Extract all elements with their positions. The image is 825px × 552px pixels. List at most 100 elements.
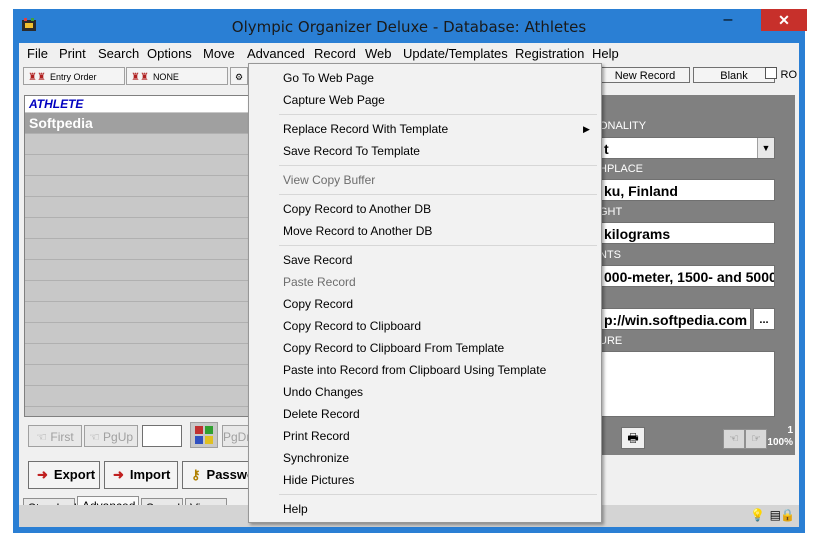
advanced-menu: Go To Web Page Capture Web Page Replace … [248,63,602,523]
list-item[interactable] [25,344,250,365]
menu-print[interactable]: Print [59,46,86,61]
menu-item-move-record-to-another-db[interactable]: Move Record to Another DB [283,224,432,238]
print-record-icon[interactable]: 🖶 [621,427,645,449]
menu-item-undo-changes[interactable]: Undo Changes [283,385,363,399]
pgup-button[interactable]: ☜ PgUp [84,425,138,447]
menu-advanced[interactable]: Advanced [247,46,305,61]
key-icon: ⚷ [191,467,201,482]
birthplace-label: HPLACE [599,163,644,175]
list-item[interactable] [25,218,250,239]
events-field[interactable]: 000-meter, 1500- and 5000-m [599,265,775,287]
menu-item-copy-record-to-another-db[interactable]: Copy Record to Another DB [283,202,431,216]
list-item[interactable] [25,260,250,281]
list-item[interactable] [25,323,250,344]
url-field[interactable]: p://win.softpedia.com [599,308,751,330]
list-item[interactable] [25,239,250,260]
menu-item-copy-record-to-clipboard-from-template[interactable]: Copy Record to Clipboard From Template [283,341,504,355]
password-button[interactable]: ⚷ Password [182,461,252,489]
tool-button[interactable]: ⚙ [230,67,248,85]
people-icon: ♜♜ [131,72,149,83]
list-item[interactable] [25,155,250,176]
menu-item-save-record[interactable]: Save Record [283,253,352,267]
prev-icon[interactable]: ☜ [723,429,745,449]
menu-item-help[interactable]: Help [283,502,308,516]
list-header: ATHLETE [25,96,250,112]
export-icon: ➜ [37,467,48,482]
chevron-down-icon[interactable]: ▼ [757,138,774,158]
read-only-toggle[interactable]: RO [761,67,797,83]
nationality-label: ONALITY [599,120,647,132]
list-item[interactable] [25,176,250,197]
nationality-select[interactable]: t ▼ [599,137,775,159]
import-button[interactable]: ➜ Import [104,461,178,489]
menu-item-print-record[interactable]: Print Record [283,429,350,443]
menu-search[interactable]: Search [98,46,139,61]
first-button[interactable]: ☜ First [28,425,82,447]
menu-item-paste-into-record-from-clipboard[interactable]: Paste into Record from Clipboard Using T… [283,363,546,377]
filter-button[interactable]: ♜♜ NONE [126,67,228,85]
menu-item-go-to-web-page[interactable]: Go To Web Page [283,71,374,85]
goto-input[interactable] [142,425,182,447]
lightbulb-icon[interactable]: 💡 [750,508,765,522]
ro-checkbox[interactable] [765,67,778,79]
menu-help[interactable]: Help [592,46,619,61]
menu-item-copy-record[interactable]: Copy Record [283,297,353,311]
weight-field[interactable]: kilograms [599,222,775,244]
people-icon: ♜♜ [28,72,46,83]
close-button[interactable]: ✕ [761,9,807,31]
menu-separator [279,245,597,246]
menu-separator [279,114,597,115]
submenu-arrow-icon: ▶ [583,124,590,134]
menu-separator [279,194,597,195]
menu-separator [279,165,597,166]
list-item[interactable] [25,386,250,407]
menu-item-synchronize[interactable]: Synchronize [283,451,349,465]
menu-item-save-record-to-template[interactable]: Save Record To Template [283,144,420,158]
next-icon[interactable]: ☞ [745,429,767,449]
list-item[interactable] [25,197,250,218]
status-panel: 🖶 ☜ ☞ 1 100% [599,423,795,453]
list-rows: Softpedia [25,113,250,407]
window-title: Olympic Organizer Deluxe - Database: Ath… [231,18,587,36]
grid-view-button[interactable] [190,422,218,448]
list-item[interactable] [25,365,250,386]
menu-item-delete-record[interactable]: Delete Record [283,407,360,421]
ro-label: RO [780,69,798,81]
title-bar[interactable]: Olympic Organizer Deluxe - Database: Ath… [13,9,807,43]
menu-web[interactable]: Web [365,46,392,61]
new-record-button[interactable]: New Record [600,67,690,83]
list-item[interactable] [25,302,250,323]
menu-options[interactable]: Options [147,46,192,61]
menu-item-view-copy-buffer: View Copy Buffer [283,173,376,187]
navigation-bar: ☜ First ☜ PgUp PgDn [24,419,254,449]
menu-registration[interactable]: Registration [515,46,584,61]
sort-order-button[interactable]: ♜♜ Entry Order [23,67,125,85]
record-list[interactable]: ATHLETE Softpedia [24,95,251,417]
url-browse-button[interactable]: ... [753,308,775,330]
events-label: NTS [599,249,621,261]
list-item[interactable] [25,281,250,302]
picture-box[interactable] [599,351,775,417]
tool-icon: ⚙ [234,72,244,82]
list-item-selected[interactable]: Softpedia [25,113,250,134]
menu-record[interactable]: Record [314,46,356,61]
zoom-level: 100% [767,437,793,448]
nationality-value: t [604,141,609,157]
menu-update-templates[interactable]: Update/Templates [403,46,508,61]
lock-icon[interactable]: 🔒 [780,508,795,522]
menu-bar: File Print Search Options Move Advanced … [19,43,799,63]
list-item[interactable] [25,134,250,155]
minimize-button[interactable]: – [713,9,743,31]
menu-item-hide-pictures[interactable]: Hide Pictures [283,473,354,487]
import-icon: ➜ [113,467,124,482]
menu-item-replace-record-with-template[interactable]: Replace Record With Template [283,122,448,136]
menu-file[interactable]: File [27,46,48,61]
record-number: 1 [787,425,793,436]
menu-move[interactable]: Move [203,46,235,61]
birthplace-field[interactable]: ku, Finland [599,179,775,201]
export-button[interactable]: ➜ Export [28,461,100,489]
menu-item-capture-web-page[interactable]: Capture Web Page [283,93,385,107]
pgup-label: PgUp [103,430,134,444]
picture-label: URE [599,335,623,347]
menu-item-copy-record-to-clipboard[interactable]: Copy Record to Clipboard [283,319,421,333]
